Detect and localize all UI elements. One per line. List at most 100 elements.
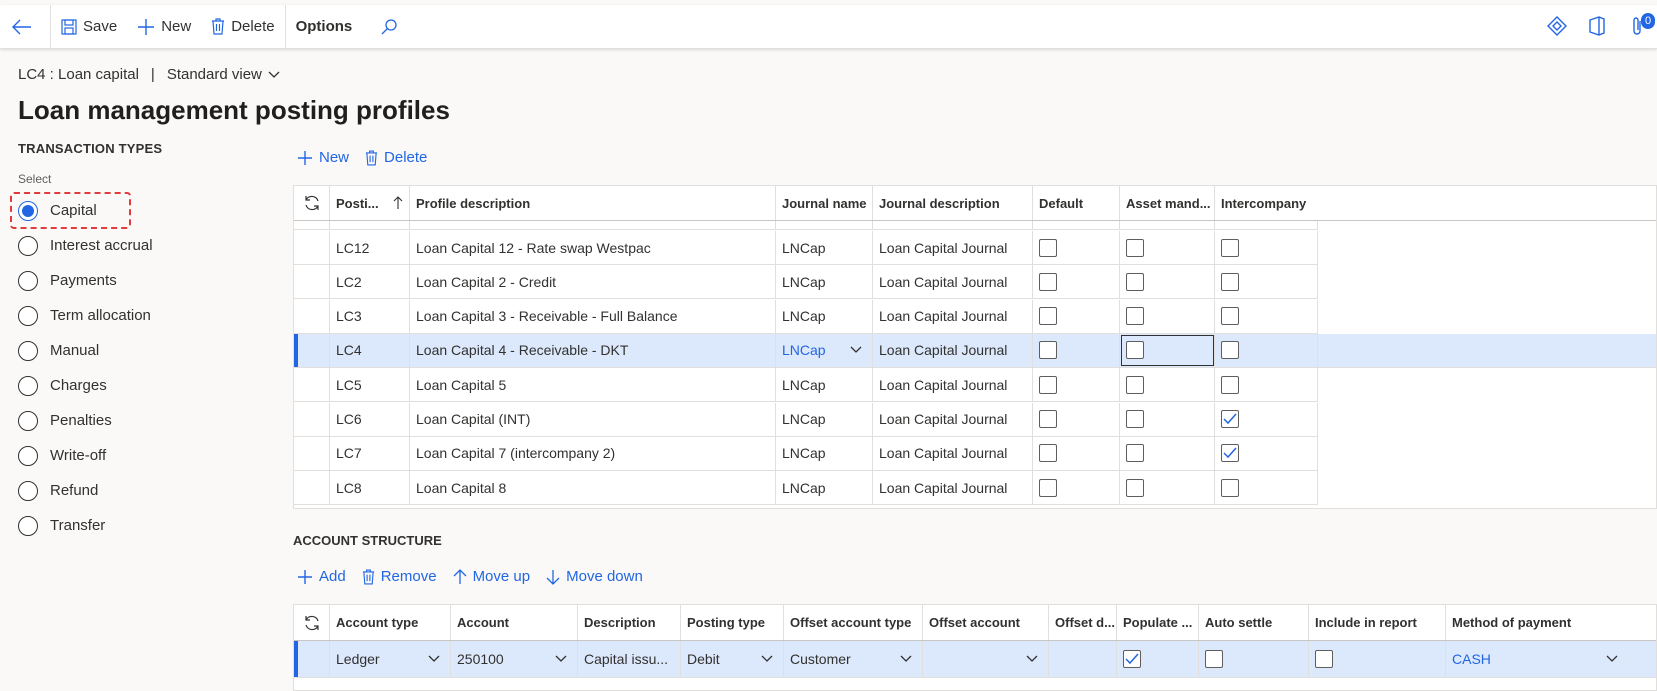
grid-cell-ic[interactable] [1215, 299, 1318, 333]
power-apps-button[interactable] [1537, 5, 1577, 49]
col-populate[interactable]: Populate ... [1117, 605, 1199, 640]
office-button[interactable] [1577, 5, 1617, 49]
save-button[interactable]: Save [51, 5, 127, 49]
table-row[interactable]: LC2 Loan Capital 2 - Credit LNCap Loan Capi… [294, 265, 1318, 300]
grid-cell-code[interactable]: LC3 [330, 299, 410, 333]
checkbox-asset[interactable] [1126, 307, 1144, 326]
grid-cell-desc[interactable]: Loan Capital 12 - Rate swap Westpac [410, 231, 776, 264]
col-description[interactable]: Description [578, 605, 681, 640]
grid-cell-journal[interactable]: LNCap [776, 333, 873, 367]
row-selector[interactable] [294, 299, 330, 333]
transaction-type-option[interactable]: Write-off [18, 438, 153, 473]
transaction-type-option[interactable]: Term allocation [18, 298, 153, 333]
grid-cell-journal[interactable]: LNCap [776, 299, 873, 333]
grid-cell-jdesc[interactable]: Loan Capital Journal [873, 231, 1033, 264]
col-account-type[interactable]: Account type [330, 605, 451, 640]
grid-cell-ic[interactable] [1215, 402, 1318, 436]
grid-cell-default[interactable] [1033, 299, 1120, 333]
col-intercompany[interactable]: Intercompany [1215, 186, 1656, 220]
account-select[interactable]: 250100 [451, 641, 578, 677]
populate-checkbox[interactable] [1123, 650, 1141, 668]
refresh-button[interactable] [294, 186, 330, 220]
grid-cell-ic[interactable] [1215, 436, 1318, 470]
account-structure-row[interactable]: Ledger 250100 Capital issu... Debit Cust… [294, 641, 1656, 678]
grid-cell-default[interactable] [1033, 402, 1120, 436]
row-selector[interactable] [294, 641, 330, 677]
col-include-in-report[interactable]: Include in report [1309, 605, 1446, 640]
transaction-type-option[interactable]: Payments [18, 263, 153, 298]
col-journal-name[interactable]: Journal name [776, 186, 873, 220]
checkbox-default[interactable] [1039, 478, 1057, 497]
grid-cell-journal[interactable]: LNCap [776, 265, 873, 299]
grid-cell-code[interactable]: LC2 [330, 265, 410, 299]
delete-button[interactable]: Delete [201, 5, 284, 49]
checkbox-ic[interactable] [1221, 375, 1239, 394]
grid-cell-jdesc[interactable]: Loan Capital Journal [873, 368, 1033, 402]
search-button[interactable] [362, 5, 422, 49]
radio-button[interactable] [18, 410, 38, 431]
radio-button[interactable] [18, 480, 38, 501]
col-profile-description[interactable]: Profile description [410, 186, 776, 220]
table-row[interactable]: LC5 Loan Capital 5 LNCap Loan Capital Journ… [294, 368, 1318, 403]
grid-cell-asset[interactable] [1120, 231, 1215, 264]
grid-cell-ic[interactable] [1215, 368, 1318, 402]
grid-cell-journal[interactable]: LNCap [776, 471, 873, 505]
radio-button[interactable] [18, 515, 38, 536]
include-in-report-checkbox[interactable] [1315, 650, 1333, 668]
move-down-button[interactable]: Move down [546, 568, 643, 585]
checkbox-default[interactable] [1039, 410, 1057, 428]
col-method-of-payment[interactable]: Method of payment [1446, 605, 1656, 640]
checkbox-asset[interactable] [1126, 410, 1144, 428]
grid-cell-journal[interactable]: LNCap [776, 436, 873, 470]
grid-cell-desc[interactable]: Loan Capital 7 (intercompany 2) [410, 436, 776, 470]
grid-cell-asset[interactable] [1120, 299, 1215, 333]
grid-cell-desc[interactable]: Loan Capital 4 - Receivable - DKT [410, 333, 776, 367]
grid-cell-default[interactable] [1033, 436, 1120, 470]
grid-cell-desc[interactable]: Loan Capital 2 - Credit [410, 265, 776, 299]
grid-cell-journal[interactable]: LNCap [776, 231, 873, 264]
checkbox-default[interactable] [1039, 238, 1057, 257]
description-field[interactable]: Capital issu... [578, 641, 681, 677]
col-account[interactable]: Account [451, 605, 578, 640]
grid-cell-default[interactable] [1033, 471, 1120, 505]
grid-cell-default[interactable] [1033, 231, 1120, 264]
col-posting-profile[interactable]: Posti... [330, 186, 410, 220]
row-selector[interactable] [294, 471, 330, 505]
move-up-button[interactable]: Move up [453, 568, 530, 585]
radio-button[interactable] [18, 270, 38, 291]
back-button[interactable] [0, 5, 50, 49]
checkbox-asset[interactable] [1126, 478, 1144, 497]
radio-button[interactable] [18, 305, 38, 326]
grid-cell-code[interactable]: LC7 [330, 436, 410, 470]
col-journal-description[interactable]: Journal description [873, 186, 1033, 220]
table-row[interactable]: LC3 Loan Capital 3 - Receivable - Full Ba… [294, 299, 1318, 334]
grid-cell-journal[interactable]: LNCap [776, 402, 873, 436]
radio-button[interactable] [18, 445, 38, 466]
transaction-type-option[interactable]: Charges [18, 368, 153, 403]
grid-cell-asset[interactable] [1120, 402, 1215, 436]
grid-cell-asset[interactable] [1120, 333, 1215, 367]
radio-button[interactable] [18, 340, 38, 361]
grid-cell-jdesc[interactable]: Loan Capital Journal [873, 333, 1033, 367]
grid-cell-jdesc[interactable]: Loan Capital Journal [873, 471, 1033, 505]
grid-cell-default[interactable] [1033, 333, 1120, 367]
checkbox-asset[interactable] [1126, 238, 1144, 257]
table-row[interactable]: LC7 Loan Capital 7 (intercompany 2) LNCap L… [294, 436, 1318, 471]
refresh-button[interactable] [294, 605, 330, 640]
grid-cell-jdesc[interactable]: Loan Capital Journal [873, 402, 1033, 436]
row-selector[interactable] [294, 265, 330, 299]
checkbox-ic[interactable] [1221, 341, 1239, 360]
grid-cell-code[interactable]: LC5 [330, 368, 410, 402]
grid-cell-code[interactable]: LC4 [330, 333, 410, 367]
col-offset-description[interactable]: Offset d... [1049, 605, 1117, 640]
checkbox-ic[interactable] [1221, 410, 1239, 428]
grid-cell-desc[interactable]: Loan Capital 3 - Receivable - Full Balan… [410, 299, 776, 333]
col-posting-type[interactable]: Posting type [681, 605, 784, 640]
row-selector[interactable] [294, 231, 330, 264]
table-row[interactable]: LC4 Loan Capital 4 - Receivable - DKT LNCa… [294, 333, 1656, 368]
profile-delete-button[interactable]: Delete [365, 149, 427, 166]
row-selector[interactable] [294, 368, 330, 402]
checkbox-default[interactable] [1039, 341, 1057, 360]
method-of-payment-select[interactable]: CASH [1446, 641, 1656, 677]
profile-new-button[interactable]: New [297, 149, 349, 166]
